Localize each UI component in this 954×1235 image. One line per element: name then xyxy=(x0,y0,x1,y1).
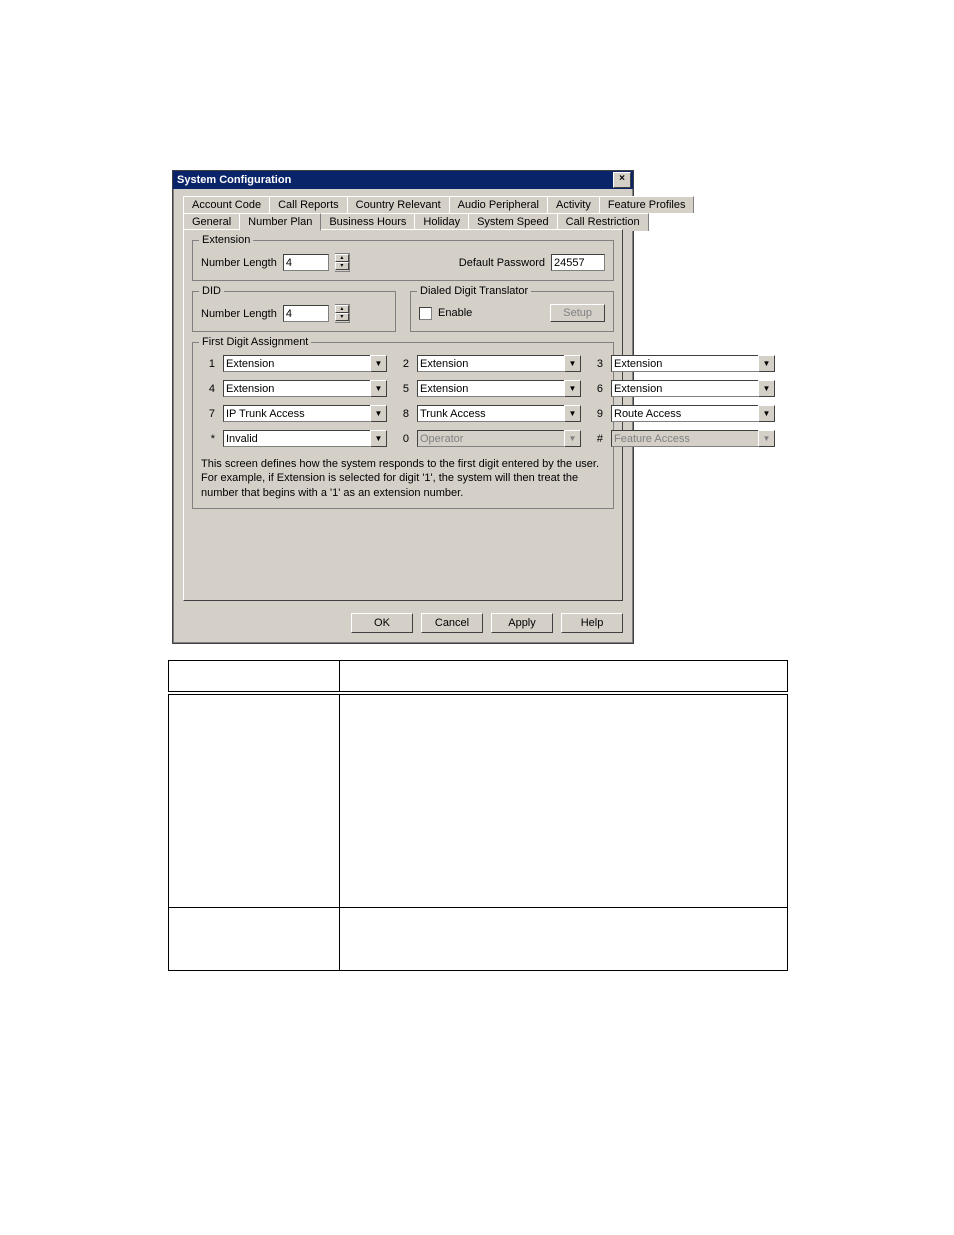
chevron-down-icon[interactable]: ▼ xyxy=(370,380,387,397)
ddt-setup-button[interactable]: Setup xyxy=(550,304,605,322)
chevron-up-icon[interactable]: ▴ xyxy=(335,254,349,262)
default-password-input[interactable] xyxy=(551,254,605,271)
parameter-table xyxy=(168,660,788,971)
did-number-length-spinner[interactable]: ▴ ▾ xyxy=(335,304,350,323)
fda-digit-label: 7 xyxy=(201,408,215,420)
chevron-down-icon[interactable]: ▼ xyxy=(370,430,387,447)
tab-number-plan[interactable]: Number Plan xyxy=(239,213,321,231)
tab-feature-profiles[interactable]: Feature Profiles xyxy=(599,196,695,213)
ok-button[interactable]: OK xyxy=(351,613,413,633)
fda-combo-1[interactable]: ▼ xyxy=(223,355,387,372)
titlebar: System Configuration × xyxy=(173,171,633,189)
tabs: Account Code Call Reports Country Releva… xyxy=(183,195,623,230)
tab-account-code[interactable]: Account Code xyxy=(183,196,270,213)
default-password-label: Default Password xyxy=(459,257,545,269)
apply-button[interactable]: Apply xyxy=(491,613,553,633)
fda-combo-input[interactable] xyxy=(417,355,564,372)
chevron-down-icon[interactable]: ▼ xyxy=(370,405,387,422)
fda-help-text: This screen defines how the system respo… xyxy=(201,457,605,500)
fda-combo-input[interactable] xyxy=(223,405,370,422)
fda-combo-3[interactable]: ▼ xyxy=(611,355,775,372)
dialog-buttons: OK Cancel Apply Help xyxy=(183,613,623,633)
fda-combo-input[interactable] xyxy=(417,380,564,397)
fda-combo-input xyxy=(417,430,564,447)
tab-activity[interactable]: Activity xyxy=(547,196,600,213)
fda-combo-input[interactable] xyxy=(223,380,370,397)
ext-number-length-label: Number Length xyxy=(201,257,277,269)
chevron-down-icon[interactable]: ▼ xyxy=(758,355,775,372)
table-cell xyxy=(340,908,788,971)
fda-digit-label: 2 xyxy=(395,358,409,370)
fda-combo-7[interactable]: ▼ xyxy=(223,405,387,422)
fda-digit-label: 8 xyxy=(395,408,409,420)
fda-combo-input[interactable] xyxy=(223,430,370,447)
ddt-enable-checkbox[interactable] xyxy=(419,307,432,320)
fda-combo-input xyxy=(611,430,758,447)
help-button[interactable]: Help xyxy=(561,613,623,633)
chevron-down-icon: ▼ xyxy=(758,430,775,447)
fda-combo-9[interactable]: ▼ xyxy=(611,405,775,422)
fda-digit-label: 4 xyxy=(201,383,215,395)
fda-digit-label: 0 xyxy=(395,433,409,445)
chevron-down-icon[interactable]: ▼ xyxy=(564,405,581,422)
chevron-down-icon[interactable]: ▼ xyxy=(758,405,775,422)
system-configuration-dialog: System Configuration × Account Code Call… xyxy=(172,170,634,644)
did-number-length-label: Number Length xyxy=(201,308,277,320)
close-icon[interactable]: × xyxy=(613,172,631,188)
chevron-down-icon[interactable]: ▼ xyxy=(758,380,775,397)
ext-number-length-input[interactable] xyxy=(283,254,329,271)
did-group: DID Number Length ▴ ▾ xyxy=(192,291,396,332)
fda-combo-0: ▼ xyxy=(417,430,581,447)
table-cell xyxy=(340,693,788,908)
dialed-digit-translator-group: Dialed Digit Translator Enable Setup xyxy=(410,291,614,332)
chevron-down-icon[interactable]: ▼ xyxy=(370,355,387,372)
fda-combo-4[interactable]: ▼ xyxy=(223,380,387,397)
fda-combo-input[interactable] xyxy=(611,380,758,397)
fda-combo-input[interactable] xyxy=(417,405,564,422)
chevron-up-icon[interactable]: ▴ xyxy=(335,305,349,313)
window-title: System Configuration xyxy=(175,174,613,186)
chevron-down-icon[interactable]: ▼ xyxy=(564,355,581,372)
ext-number-length-spinner[interactable]: ▴ ▾ xyxy=(335,253,350,272)
fda-combo-5[interactable]: ▼ xyxy=(417,380,581,397)
fda-digit-label: * xyxy=(201,433,215,445)
ddt-legend: Dialed Digit Translator xyxy=(417,285,531,297)
table-header-desc xyxy=(340,661,788,694)
ddt-enable-label: Enable xyxy=(438,307,472,319)
fda-digit-label: 1 xyxy=(201,358,215,370)
fda-combo-6[interactable]: ▼ xyxy=(611,380,775,397)
cancel-button[interactable]: Cancel xyxy=(421,613,483,633)
table-cell xyxy=(169,693,340,908)
fda-combo-#: ▼ xyxy=(611,430,775,447)
number-plan-panel: Extension Number Length ▴ ▾ Default Pass… xyxy=(183,229,623,601)
chevron-down-icon: ▼ xyxy=(564,430,581,447)
chevron-down-icon[interactable]: ▾ xyxy=(335,262,349,270)
fda-combo-2[interactable]: ▼ xyxy=(417,355,581,372)
chevron-down-icon[interactable]: ▾ xyxy=(335,313,349,321)
fda-combo-input[interactable] xyxy=(611,355,758,372)
first-digit-assignment-group: First Digit Assignment 1▼2▼3▼4▼5▼6▼7▼8▼9… xyxy=(192,342,614,509)
fda-legend: First Digit Assignment xyxy=(199,336,311,348)
fda-digit-label: 6 xyxy=(589,383,603,395)
fda-combo-input[interactable] xyxy=(611,405,758,422)
fda-combo-8[interactable]: ▼ xyxy=(417,405,581,422)
extension-group: Extension Number Length ▴ ▾ Default Pass… xyxy=(192,240,614,281)
table-header-param xyxy=(169,661,340,694)
tab-audio-peripheral[interactable]: Audio Peripheral xyxy=(449,196,548,213)
fda-combo-*[interactable]: ▼ xyxy=(223,430,387,447)
fda-digit-label: # xyxy=(589,433,603,445)
fda-digit-label: 5 xyxy=(395,383,409,395)
table-cell xyxy=(169,908,340,971)
chevron-down-icon[interactable]: ▼ xyxy=(564,380,581,397)
fda-combo-input[interactable] xyxy=(223,355,370,372)
extension-legend: Extension xyxy=(199,234,253,246)
tab-call-reports[interactable]: Call Reports xyxy=(269,196,348,213)
did-number-length-input[interactable] xyxy=(283,305,329,322)
tab-country-relevant[interactable]: Country Relevant xyxy=(347,196,450,213)
did-legend: DID xyxy=(199,285,224,297)
fda-digit-label: 9 xyxy=(589,408,603,420)
fda-digit-label: 3 xyxy=(589,358,603,370)
